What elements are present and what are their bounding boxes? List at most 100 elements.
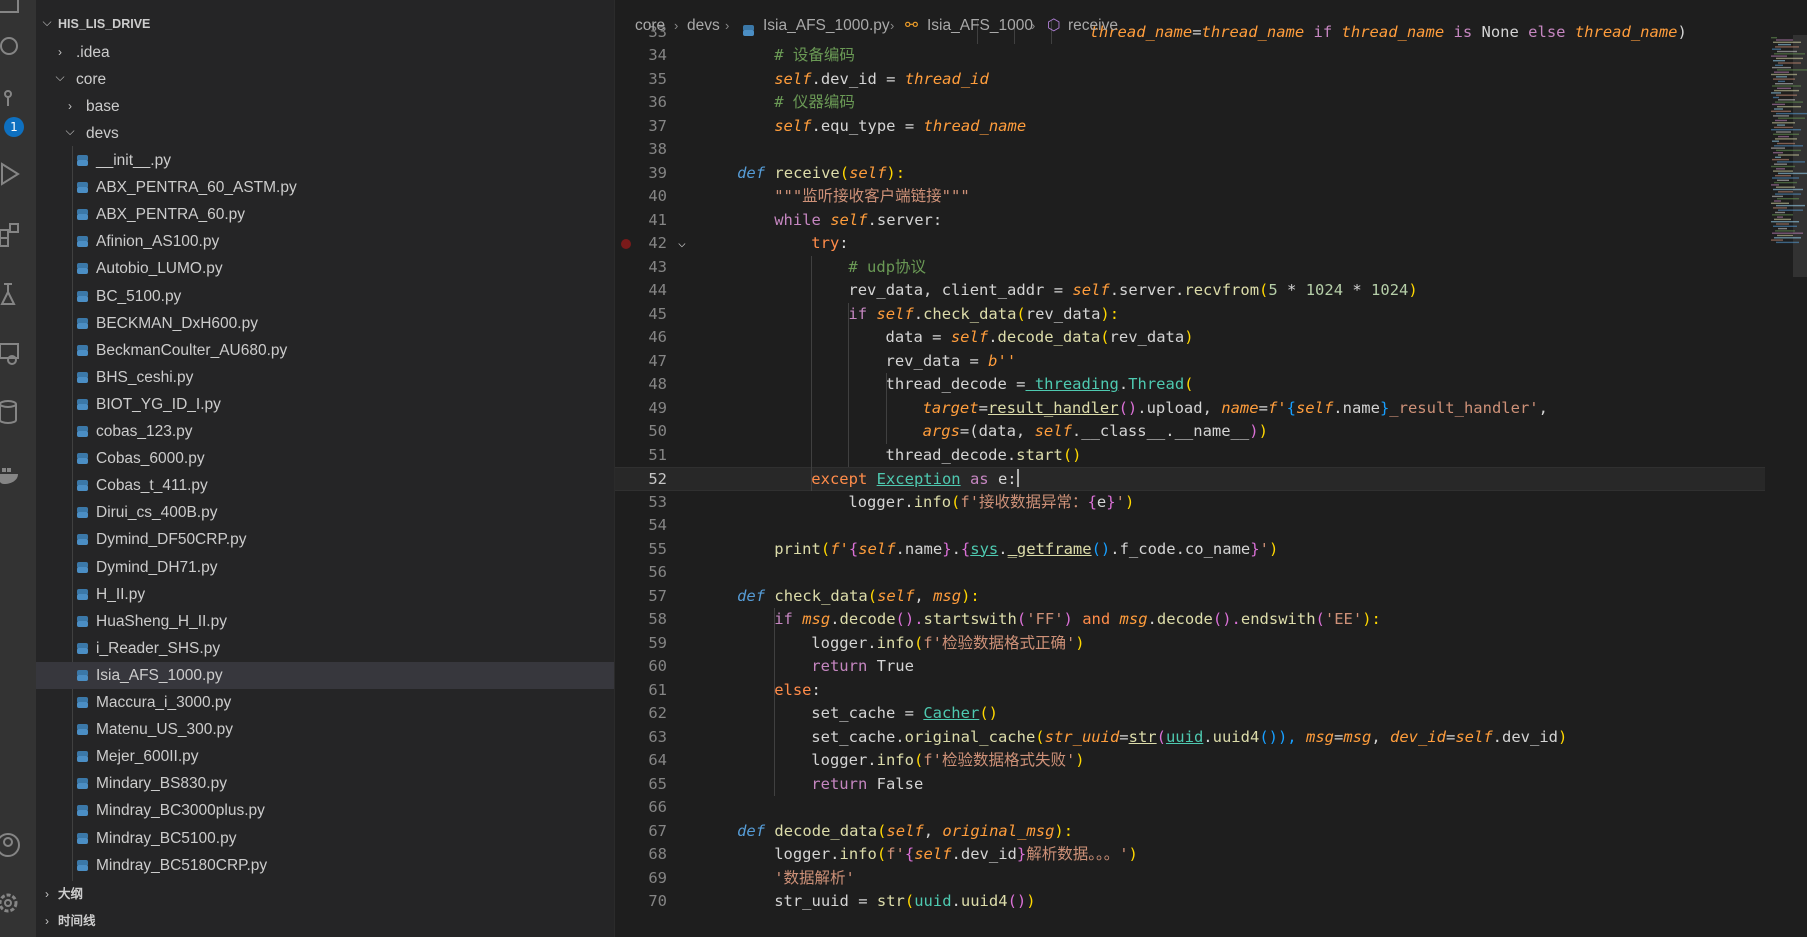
folder-core[interactable]: ⌵ core (36, 66, 614, 93)
code-line[interactable]: 46 data = self.decode_data(rev_data) (615, 326, 1765, 350)
code-line[interactable]: 64 logger.info(f'检验数据格式失败') (615, 749, 1765, 773)
line-number[interactable]: 63 (615, 726, 667, 750)
code-line[interactable]: 68 logger.info(f'{self.dev_id}解析数据。。。') (615, 843, 1765, 867)
explorer-root[interactable]: ⌵ HIS_LIS_DRIVE (36, 11, 614, 38)
file-item[interactable]: Mejer_600II.py (36, 743, 614, 770)
file-item[interactable]: Matenu_US_300.py (36, 716, 614, 743)
line-number[interactable]: 55 (615, 538, 667, 562)
breadcrumb-item[interactable]: devs (687, 12, 720, 40)
code-line[interactable]: 65 return False (615, 773, 1765, 797)
file-item[interactable]: BIOT_YG_ID_I.py (36, 391, 614, 418)
search-icon[interactable] (0, 32, 30, 62)
code-line[interactable]: 52 except Exception as e: (615, 467, 1765, 491)
code-line[interactable]: 50 args=(data, self.__class__.__name__)) (615, 420, 1765, 444)
breadcrumb-item[interactable]: core (635, 12, 665, 40)
code-line[interactable]: 51 thread_decode.start() (615, 444, 1765, 468)
code-line[interactable]: 49 target=result_handler().upload, name=f… (615, 397, 1765, 421)
code-line[interactable]: 43 # udp协议 (615, 256, 1765, 280)
line-number[interactable]: 51 (615, 444, 667, 468)
line-number[interactable]: 45 (615, 303, 667, 327)
line-number[interactable]: 37 (615, 115, 667, 139)
code-line[interactable]: 56 (615, 561, 1765, 585)
line-number[interactable]: 61 (615, 679, 667, 703)
line-number[interactable]: 68 (615, 843, 667, 867)
file-item[interactable]: Mindray_BC3000plus.py (36, 797, 614, 824)
code-line[interactable]: 36 # 仪器编码 (615, 91, 1765, 115)
line-number[interactable]: 38 (615, 138, 667, 162)
file-item[interactable]: BC_5100.py (36, 283, 614, 310)
line-number[interactable]: 41 (615, 209, 667, 233)
code-line[interactable]: 66 (615, 796, 1765, 820)
line-number[interactable]: 36 (615, 91, 667, 115)
folder-devs[interactable]: ⌵ devs (36, 120, 614, 147)
breakpoint-icon[interactable] (621, 239, 631, 249)
code-line[interactable]: 39 def receive(self): (615, 162, 1765, 186)
docker-icon[interactable] (0, 460, 30, 490)
breadcrumb-item[interactable]: Isia_AFS_1000.py (763, 12, 890, 40)
code-area[interactable]: 33 thread_name=thread_name if thread_name… (615, 0, 1807, 937)
line-number[interactable]: 54 (615, 514, 667, 538)
code-line[interactable]: 53 logger.info(f'接收数据异常：{e}') (615, 491, 1765, 515)
file-item[interactable]: ABX_PENTRA_60.py (36, 201, 614, 228)
code-line[interactable]: 61 else: (615, 679, 1765, 703)
line-number[interactable]: 34 (615, 44, 667, 68)
code-line[interactable]: 69 '数据解析' (615, 867, 1765, 891)
file-item[interactable]: Afinion_AS100.py (36, 228, 614, 255)
code-line[interactable]: 37 self.equ_type = thread_name (615, 115, 1765, 139)
code-line[interactable]: 60 return True (615, 655, 1765, 679)
code-line[interactable]: 48 thread_decode = threading.Thread( (615, 373, 1765, 397)
outline-section[interactable]: › 大纲 (36, 881, 614, 908)
code-line[interactable]: 38 (615, 138, 1765, 162)
code-line[interactable]: 55 print(f'{self.name}.{sys._getframe().f… (615, 538, 1765, 562)
line-number[interactable]: 52 (615, 468, 667, 492)
file-item[interactable]: Dymind_DH71.py (36, 554, 614, 581)
settings-gear-icon[interactable] (0, 888, 30, 918)
code-editor[interactable]: 33 thread_name=thread_name if thread_name… (615, 0, 1807, 937)
code-line[interactable]: 58 if msg.decode().startswith('FF') and m… (615, 608, 1765, 632)
minimap[interactable] (1767, 35, 1807, 937)
breadcrumb-item[interactable]: receive (1068, 12, 1118, 40)
breadcrumb-item[interactable]: Isia_AFS_1000 (927, 12, 1033, 40)
line-number[interactable]: 69 (615, 867, 667, 891)
code-line[interactable]: 45 if self.check_data(rev_data): (615, 303, 1765, 327)
code-line[interactable]: 34 # 设备编码 (615, 44, 1765, 68)
file-item[interactable]: cobas_123.py (36, 418, 614, 445)
line-number[interactable]: 62 (615, 702, 667, 726)
file-item[interactable]: Mindray_BC5180CRP.py (36, 852, 614, 879)
line-number[interactable]: 57 (615, 585, 667, 609)
file-item[interactable]: __init__.py (36, 147, 614, 174)
file-item[interactable]: Mindray_BC5100.py (36, 825, 614, 852)
line-number[interactable]: 43 (615, 256, 667, 280)
file-item[interactable]: BeckmanCoulter_AU680.py (36, 337, 614, 364)
line-number[interactable]: 39 (615, 162, 667, 186)
file-item[interactable]: ABX_PENTRA_60_ASTM.py (36, 174, 614, 201)
files-icon[interactable] (0, 0, 30, 30)
database-icon[interactable] (0, 398, 30, 428)
file-item[interactable]: BHS_ceshi.py (36, 364, 614, 391)
run-debug-icon[interactable] (0, 160, 30, 190)
line-number[interactable]: 56 (615, 561, 667, 585)
code-line[interactable]: 59 logger.info(f'检验数据格式正确') (615, 632, 1765, 656)
file-item[interactable]: Autobio_LUMO.py (36, 255, 614, 282)
line-number[interactable]: 50 (615, 420, 667, 444)
account-icon[interactable] (0, 830, 30, 860)
fold-chevron-icon[interactable]: ⌵ (678, 232, 686, 256)
line-number[interactable]: 44 (615, 279, 667, 303)
line-number[interactable]: 70 (615, 890, 667, 914)
remote-explorer-icon[interactable] (0, 340, 30, 370)
code-line[interactable]: 35 self.dev_id = thread_id (615, 68, 1765, 92)
line-number[interactable]: 64 (615, 749, 667, 773)
line-number[interactable]: 35 (615, 68, 667, 92)
code-line[interactable]: 70 str_uuid = str(uuid.uuid4()) (615, 890, 1765, 914)
file-item[interactable]: Mindary_BS830.py (36, 770, 614, 797)
code-line[interactable]: 67 def decode_data(self, original_msg): (615, 820, 1765, 844)
code-line[interactable]: 62 set_cache = Cacher() (615, 702, 1765, 726)
line-number[interactable]: 53 (615, 491, 667, 515)
file-item[interactable]: HuaSheng_H_II.py (36, 608, 614, 635)
file-item[interactable]: Maccura_i_3000.py (36, 689, 614, 716)
code-line[interactable]: 41 while self.server: (615, 209, 1765, 233)
code-line[interactable]: 40 """监听接收客户端链接""" (615, 185, 1765, 209)
line-number[interactable]: 49 (615, 397, 667, 421)
file-item[interactable]: Isia_AFS_1000.py (36, 661, 614, 689)
extensions-icon[interactable] (0, 220, 30, 250)
